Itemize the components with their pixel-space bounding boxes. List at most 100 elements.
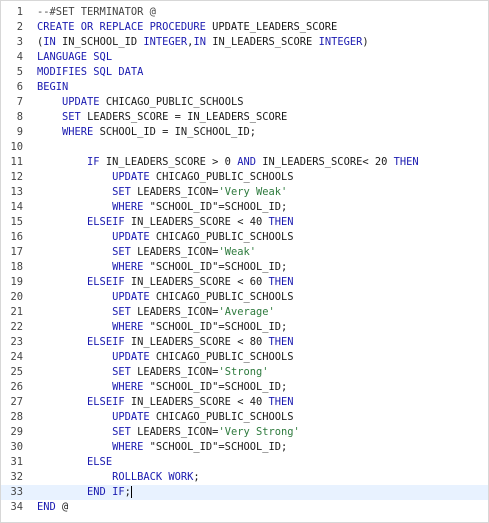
code-token-keyword: WHERE (112, 201, 144, 213)
line-number: 12 (10, 171, 23, 183)
code-text[interactable]: WHERE "SCHOOL_ID"=SCHOOL_ID; (37, 380, 488, 395)
code-line[interactable]: 24 UPDATE CHICAGO_PUBLIC_SCHOOLS (1, 350, 488, 365)
code-text[interactable]: ELSEIF IN_LEADERS_SCORE < 60 THEN (37, 275, 488, 290)
code-token-keyword: BEGIN (37, 81, 69, 93)
code-text[interactable]: UPDATE CHICAGO_PUBLIC_SCHOOLS (37, 95, 488, 110)
code-text[interactable]: BEGIN (37, 80, 488, 95)
code-token-text: LEADERS_ICON= (130, 246, 219, 258)
code-line[interactable]: 6 BEGIN (1, 80, 488, 95)
code-line[interactable]: 7 UPDATE CHICAGO_PUBLIC_SCHOOLS (1, 95, 488, 110)
code-line[interactable]: 4 LANGUAGE SQL (1, 50, 488, 65)
code-text[interactable]: ROLLBACK WORK; (37, 470, 488, 485)
code-text[interactable]: ELSEIF IN_LEADERS_SCORE < 80 THEN (37, 335, 488, 350)
code-text[interactable]: ELSEIF IN_LEADERS_SCORE < 40 THEN (37, 215, 488, 230)
code-line[interactable]: 16 UPDATE CHICAGO_PUBLIC_SCHOOLS (1, 230, 488, 245)
code-text[interactable]: UPDATE CHICAGO_PUBLIC_SCHOOLS (37, 170, 488, 185)
code-token-punct: ; (193, 471, 200, 483)
line-number: 26 (10, 381, 23, 393)
line-number: 24 (10, 351, 23, 363)
code-token-string: 'Very Weak' (218, 186, 288, 198)
code-editor[interactable]: 1 --#SET TERMINATOR @ 2 CREATE OR REPLACE P… (0, 0, 489, 523)
code-text[interactable]: WHERE SCHOOL_ID = IN_SCHOOL_ID; (37, 125, 488, 140)
line-number: 17 (10, 246, 23, 258)
text-cursor (130, 486, 132, 498)
code-line[interactable]: 23 ELSEIF IN_LEADERS_SCORE < 80 THEN (1, 335, 488, 350)
code-line[interactable]: 18 WHERE "SCHOOL_ID"=SCHOOL_ID; (1, 260, 488, 275)
code-line[interactable]: 15 ELSEIF IN_LEADERS_SCORE < 40 THEN (1, 215, 488, 230)
code-token-text: "SCHOOL_ID"=SCHOOL_ID; (143, 381, 288, 393)
code-text[interactable]: ELSEIF IN_LEADERS_SCORE < 40 THEN (37, 395, 488, 410)
code-text[interactable]: WHERE "SCHOOL_ID"=SCHOOL_ID; (37, 440, 488, 455)
code-text[interactable]: LANGUAGE SQL (37, 50, 488, 65)
code-line[interactable]: 14 WHERE "SCHOOL_ID"=SCHOOL_ID; (1, 200, 488, 215)
code-text[interactable]: SET LEADERS_ICON='Strong' (37, 365, 488, 380)
code-text[interactable]: (IN IN_SCHOOL_ID INTEGER,IN IN_LEADERS_S… (37, 35, 488, 50)
line-number: 28 (10, 411, 23, 423)
line-number: 14 (10, 201, 23, 213)
code-token-keyword: SET (112, 186, 131, 198)
code-line[interactable]: 34 END @ (1, 500, 488, 515)
code-line[interactable]: 17 SET LEADERS_ICON='Weak' (1, 245, 488, 260)
code-line[interactable]: 33 END IF; (1, 485, 488, 500)
code-token-keyword: SET (112, 306, 131, 318)
code-line[interactable]: 2 CREATE OR REPLACE PROCEDURE UPDATE_LEAD… (1, 20, 488, 35)
code-line[interactable]: 20 UPDATE CHICAGO_PUBLIC_SCHOOLS (1, 290, 488, 305)
code-line[interactable]: 3 (IN IN_SCHOOL_ID INTEGER,IN IN_LEADERS_… (1, 35, 488, 50)
code-text[interactable]: IF IN_LEADERS_SCORE > 0 AND IN_LEADERS_S… (37, 155, 488, 170)
code-token-text: LEADERS_ICON= (130, 306, 219, 318)
code-text[interactable]: END IF; (37, 485, 488, 500)
code-token-type: INTEGER (318, 36, 363, 48)
code-line[interactable]: 27 ELSEIF IN_LEADERS_SCORE < 40 THEN (1, 395, 488, 410)
code-lines[interactable]: 1 --#SET TERMINATOR @ 2 CREATE OR REPLACE P… (1, 5, 488, 515)
code-text[interactable]: SET LEADERS_ICON='Very Strong' (37, 425, 488, 440)
code-text[interactable]: SET LEADERS_SCORE = IN_LEADERS_SCORE (37, 110, 488, 125)
code-token-text: "SCHOOL_ID"=SCHOOL_ID; (143, 441, 288, 453)
code-line[interactable]: 11 IF IN_LEADERS_SCORE > 0 AND IN_LEADER… (1, 155, 488, 170)
code-line[interactable]: 10 (1, 140, 488, 155)
code-token-text: LEADERS_ICON= (130, 426, 219, 438)
code-line[interactable]: 31 ELSE (1, 455, 488, 470)
code-token-string: 'Average' (218, 306, 275, 318)
code-token-keyword: ELSEIF (87, 396, 125, 408)
code-text[interactable]: SET LEADERS_ICON='Very Weak' (37, 185, 488, 200)
code-text[interactable]: UPDATE CHICAGO_PUBLIC_SCHOOLS (37, 410, 488, 425)
code-text[interactable]: UPDATE CHICAGO_PUBLIC_SCHOOLS (37, 290, 488, 305)
code-line[interactable]: 13 SET LEADERS_ICON='Very Weak' (1, 185, 488, 200)
code-text[interactable]: CREATE OR REPLACE PROCEDURE UPDATE_LEADE… (37, 20, 488, 35)
code-token-keyword: WHERE (112, 381, 144, 393)
code-text[interactable]: MODIFIES SQL DATA (37, 65, 488, 80)
line-number: 3 (16, 36, 23, 48)
code-line[interactable]: 1 --#SET TERMINATOR @ (1, 5, 488, 20)
code-line[interactable]: 5 MODIFIES SQL DATA (1, 65, 488, 80)
code-line[interactable]: 25 SET LEADERS_ICON='Strong' (1, 365, 488, 380)
code-line[interactable]: 19 ELSEIF IN_LEADERS_SCORE < 60 THEN (1, 275, 488, 290)
code-token-text: "SCHOOL_ID"=SCHOOL_ID; (143, 321, 288, 333)
code-line[interactable]: 26 WHERE "SCHOOL_ID"=SCHOOL_ID; (1, 380, 488, 395)
line-number: 20 (10, 291, 23, 303)
code-line[interactable]: 9 WHERE SCHOOL_ID = IN_SCHOOL_ID; (1, 125, 488, 140)
code-text[interactable]: SET LEADERS_ICON='Average' (37, 305, 488, 320)
code-line[interactable]: 30 WHERE "SCHOOL_ID"=SCHOOL_ID; (1, 440, 488, 455)
code-line[interactable]: 32 ROLLBACK WORK; (1, 470, 488, 485)
code-text[interactable]: UPDATE CHICAGO_PUBLIC_SCHOOLS (37, 230, 488, 245)
code-line[interactable]: 22 WHERE "SCHOOL_ID"=SCHOOL_ID; (1, 320, 488, 335)
code-line[interactable]: 29 SET LEADERS_ICON='Very Strong' (1, 425, 488, 440)
code-text[interactable]: WHERE "SCHOOL_ID"=SCHOOL_ID; (37, 320, 488, 335)
code-text[interactable]: --#SET TERMINATOR @ (37, 5, 488, 20)
code-token-keyword: IN (43, 36, 56, 48)
code-line[interactable]: 28 UPDATE CHICAGO_PUBLIC_SCHOOLS (1, 410, 488, 425)
code-token-text: IN_LEADERS_SCORE< 20 (255, 156, 394, 168)
code-text[interactable]: END @ (37, 500, 488, 515)
code-text[interactable]: WHERE "SCHOOL_ID"=SCHOOL_ID; (37, 200, 488, 215)
code-line[interactable]: 8 SET LEADERS_SCORE = IN_LEADERS_SCORE (1, 110, 488, 125)
code-line[interactable]: 12 UPDATE CHICAGO_PUBLIC_SCHOOLS (1, 170, 488, 185)
code-text[interactable]: UPDATE CHICAGO_PUBLIC_SCHOOLS (37, 350, 488, 365)
code-line[interactable]: 21 SET LEADERS_ICON='Average' (1, 305, 488, 320)
code-text[interactable]: ELSE (37, 455, 488, 470)
code-text[interactable]: SET LEADERS_ICON='Weak' (37, 245, 488, 260)
code-text[interactable]: WHERE "SCHOOL_ID"=SCHOOL_ID; (37, 260, 488, 275)
